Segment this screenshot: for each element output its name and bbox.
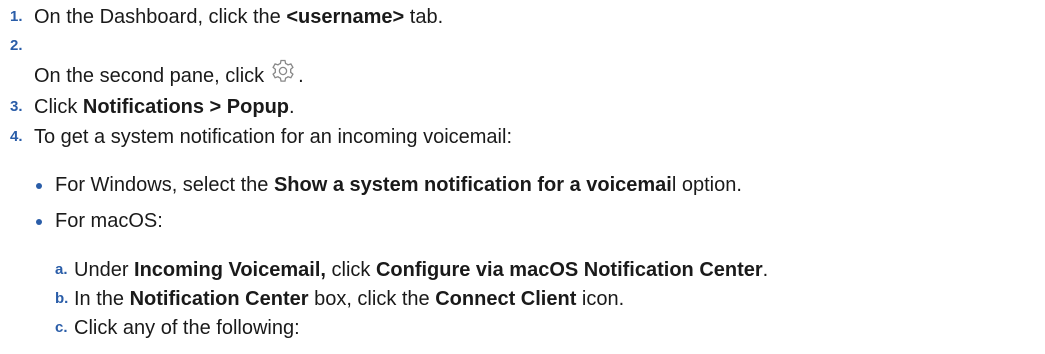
substep-a-text: Under Incoming Voicemail, click Configur…: [74, 258, 768, 282]
substep-letter: b.: [55, 290, 69, 307]
gear-icon: [270, 58, 296, 90]
bullet-windows-text-part: For Windows, select the: [55, 174, 274, 196]
step-1-text-part: tab.: [404, 6, 444, 28]
step-1-text-part: On the Dashboard, click the: [34, 6, 287, 28]
step-2-text-part: On the second pane, click: [34, 65, 265, 87]
substep-a-text-part: click: [325, 259, 376, 281]
document: 1. On the Dashboard, click the <username…: [0, 0, 1045, 354]
bullet-windows-text-part: l option.: [671, 174, 742, 196]
substep-a-incoming-voicemail-bold: Incoming Voicemail,: [134, 259, 326, 281]
step-4-text: To get a system notification for an inco…: [34, 125, 512, 149]
bullet-macos-text-part: For macOS:: [55, 210, 163, 232]
step-number: 2.: [10, 37, 23, 54]
step-2-text-part: .: [298, 65, 304, 87]
step-3-text-part: .: [289, 96, 295, 118]
step-number: 3.: [10, 98, 23, 115]
substep-b-text: In the Notification Center box, click th…: [74, 287, 624, 311]
step-3-text-part: Click: [34, 96, 83, 118]
step-2-text: On the second pane, click .: [34, 58, 304, 90]
substep-b-text-part: In the: [74, 288, 130, 310]
step-number: 1.: [10, 8, 23, 25]
step-3-notifications-popup-bold: Notifications > Popup: [82, 96, 290, 118]
step-number: 4.: [10, 128, 23, 145]
bullet-windows-option-bold: Show a system notification for a voicema…: [273, 174, 672, 196]
substep-c-text: Click any of the following:: [74, 316, 300, 340]
substep-a-configure-bold: Configure via macOS Notification Center: [375, 259, 763, 281]
substep-a-text-part: .: [762, 259, 769, 281]
bullet-marker: [36, 219, 42, 225]
substep-b-notification-center-bold: Notification Center: [129, 288, 309, 310]
step-1-username-bold: <username>: [286, 6, 405, 28]
substep-letter: a.: [55, 261, 68, 278]
substep-b-connect-client-bold: Connect Client: [435, 288, 577, 310]
substep-b-text-part: box, click the: [308, 288, 436, 310]
step-4-text-part: To get a system notification for an inco…: [34, 126, 512, 148]
bullet-windows-text: For Windows, select the Show a system no…: [55, 173, 742, 197]
substep-a-text-part: Under: [74, 259, 135, 281]
bullet-marker: [36, 183, 42, 189]
step-3-text: Click Notifications > Popup.: [34, 95, 295, 119]
substep-c-text-part: Click any of the following:: [74, 317, 300, 339]
step-1-text: On the Dashboard, click the <username> t…: [34, 5, 443, 29]
substep-letter: c.: [55, 319, 68, 336]
bullet-macos-text: For macOS:: [55, 209, 163, 233]
substep-b-text-part: icon.: [576, 288, 625, 310]
